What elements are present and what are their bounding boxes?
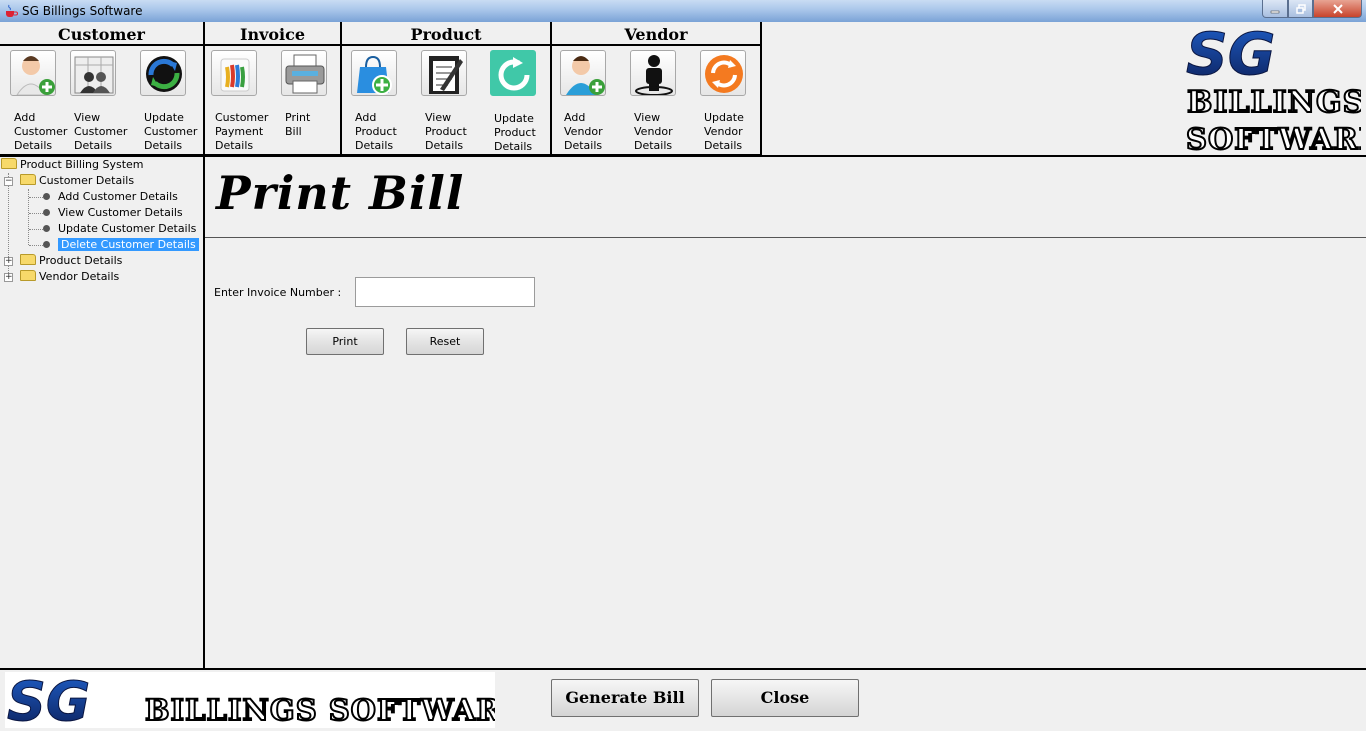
person-pin-icon — [630, 50, 676, 96]
close-window-button[interactable] — [1313, 0, 1362, 18]
customer-group: Customer Add Customer Details View Custo… — [0, 22, 205, 156]
add-product-tool[interactable]: Add Product Details — [341, 50, 407, 153]
page-title: Print Bill — [216, 166, 465, 220]
folder-open-icon — [1, 158, 17, 169]
leaf-icon — [43, 241, 50, 248]
generate-bill-button[interactable]: Generate Bill — [551, 679, 699, 717]
add-customer-tool[interactable]: Add Customer Details — [0, 50, 68, 153]
navigation-tree: Product Billing System − Customer Detail… — [0, 157, 203, 668]
tree-node-label: Vendor Details — [39, 270, 120, 283]
view-vendor-tool[interactable]: View Vendor Details — [620, 50, 686, 153]
ribbon-toolbar: Customer Add Customer Details View Custo… — [0, 22, 762, 156]
minimize-icon — [1270, 10, 1280, 13]
tool-label: View Product Details — [425, 111, 467, 152]
sync-icon — [140, 50, 186, 96]
window-titlebar: SG Billings Software — [0, 0, 1366, 22]
add-user-icon — [10, 50, 56, 96]
tool-label: Add Product Details — [355, 111, 397, 152]
tree-item-update-customer[interactable]: Update Customer Details — [43, 222, 196, 236]
logo-line1: BILLINGS — [1187, 85, 1361, 120]
invoice-number-input[interactable] — [355, 277, 535, 307]
footer-logo-text: BILLINGS SOFTWARE — [145, 693, 495, 727]
logo-line2: SOFTWARE — [1186, 122, 1361, 154]
tree-item-view-customer[interactable]: View Customer Details — [43, 206, 183, 220]
tree-root[interactable]: Product Billing System — [1, 158, 144, 172]
tool-label: Add Vendor Details — [564, 111, 603, 152]
printer-icon — [281, 50, 327, 96]
invoice-number-label: Enter Invoice Number : — [214, 286, 342, 299]
customer-payment-tool[interactable]: Customer Payment Details — [201, 50, 269, 153]
tree-item-label: Update Customer Details — [58, 222, 197, 235]
tool-label: Update Product Details — [494, 112, 536, 153]
folder-icon — [20, 270, 36, 281]
group-title-customer: Customer — [0, 22, 203, 46]
tree-node-product[interactable]: Product Details — [20, 254, 122, 268]
expand-icon[interactable]: + — [4, 273, 13, 282]
print-bill-tool[interactable]: Print Bill — [271, 50, 337, 139]
tree-node-label: Customer Details — [39, 174, 135, 187]
footer-divider — [0, 668, 1366, 670]
close-button[interactable]: Close — [711, 679, 859, 717]
logo-mark: SG — [1186, 24, 1275, 88]
restore-button[interactable] — [1288, 0, 1313, 18]
wallet-icon — [211, 50, 257, 96]
leaf-icon — [43, 209, 50, 216]
tool-label: Print Bill — [285, 111, 311, 138]
title-divider — [205, 237, 1366, 238]
add-user-icon — [560, 50, 606, 96]
expand-icon[interactable]: + — [4, 257, 13, 266]
tree-item-add-customer[interactable]: Add Customer Details — [43, 190, 178, 204]
tool-label: Customer Payment Details — [215, 111, 269, 152]
tool-label: Update Customer Details — [144, 111, 198, 152]
update-product-tool[interactable]: Update Product Details — [480, 50, 546, 154]
tree-item-label-selected: Delete Customer Details — [58, 238, 199, 251]
tool-label: Update Vendor Details — [704, 111, 744, 152]
tree-node-label: Product Details — [39, 254, 123, 267]
print-button[interactable]: Print — [306, 328, 384, 355]
folder-icon — [20, 254, 36, 265]
tree-item-delete-customer[interactable]: Delete Customer Details — [43, 238, 199, 252]
tool-label: View Customer Details — [74, 111, 128, 152]
tool-label: Add Customer Details — [14, 111, 68, 152]
group-title-vendor: Vendor — [552, 22, 760, 46]
minimize-button[interactable] — [1262, 0, 1288, 18]
close-icon — [1332, 3, 1343, 14]
product-group: Product Add Product Details View Product… — [342, 22, 552, 156]
group-title-product: Product — [342, 22, 550, 46]
add-vendor-tool[interactable]: Add Vendor Details — [550, 50, 616, 153]
group-title-invoice: Invoice — [205, 22, 340, 46]
invoice-group: Invoice Customer Payment Details Print B… — [205, 22, 342, 156]
restore-icon — [1295, 3, 1306, 14]
window-title: SG Billings Software — [22, 4, 143, 18]
refresh-icon — [490, 50, 536, 96]
update-customer-tool[interactable]: Update Customer Details — [130, 50, 198, 153]
leaf-icon — [43, 225, 50, 232]
collapse-icon[interactable]: − — [4, 177, 13, 186]
tree-item-label: Add Customer Details — [58, 190, 178, 203]
tree-node-vendor[interactable]: Vendor Details — [20, 270, 119, 284]
tree-root-label: Product Billing System — [20, 158, 144, 171]
clipboard-icon — [421, 50, 467, 96]
tool-label: View Vendor Details — [634, 111, 673, 152]
folder-open-icon — [20, 174, 36, 185]
add-bag-icon — [351, 50, 397, 96]
vendor-group: Vendor Add Vendor Details View Vendor De… — [552, 22, 762, 156]
brand-logo: SG BILLINGS SOFTWARE — [1185, 20, 1366, 158]
view-customer-tool[interactable]: View Customer Details — [60, 50, 128, 153]
refresh-icon — [700, 50, 746, 96]
java-cup-icon — [6, 4, 18, 17]
sidebar-divider — [203, 157, 205, 669]
contacts-icon — [70, 50, 116, 96]
footer-brand-logo: SG BILLINGS SOFTWARE — [5, 670, 525, 731]
update-vendor-tool[interactable]: Update Vendor Details — [690, 50, 756, 153]
view-product-tool[interactable]: View Product Details — [411, 50, 477, 153]
footer-logo-mark: SG — [7, 672, 90, 728]
tree-item-label: View Customer Details — [58, 206, 183, 219]
leaf-icon — [43, 193, 50, 200]
reset-button[interactable]: Reset — [406, 328, 484, 355]
tree-node-customer[interactable]: Customer Details — [20, 174, 134, 188]
